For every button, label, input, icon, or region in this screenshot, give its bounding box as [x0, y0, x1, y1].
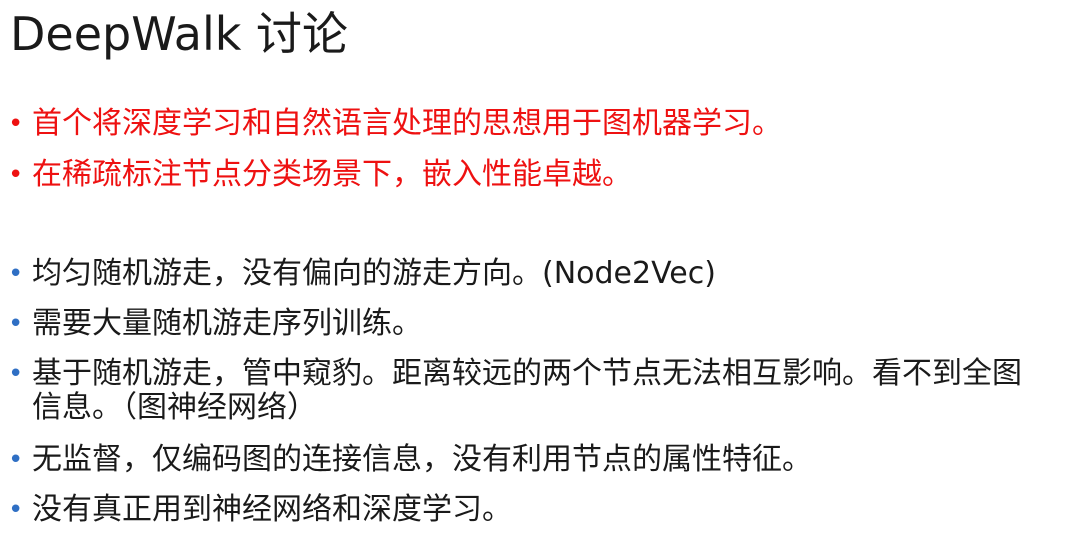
bullet-item-6: • 无监督，仅编码图的连接信息，没有利用节点的属性特征。: [8, 443, 1068, 477]
bullet-text-6: 无监督，仅编码图的连接信息，没有利用节点的属性特征。: [32, 442, 812, 477]
bullet-dot-icon: •: [8, 309, 24, 339]
bullet-text-3: 均匀随机游走，没有偏向的游走方向。(Node2Vec): [32, 256, 716, 291]
bullet-item-4: • 需要大量随机游走序列训练。: [8, 307, 1068, 341]
bullet-item-7: • 没有真正用到神经网络和深度学习。: [8, 493, 1068, 527]
bullet-text-5: 基于随机游走，管中窥豹。距离较远的两个节点无法相互影响。看不到全图信息。（图神经…: [32, 356, 1022, 425]
bullet-text-4: 需要大量随机游走序列训练。: [32, 306, 422, 341]
bullet-dot-icon: •: [8, 160, 24, 190]
bullet-item-2: • 在稀疏标注节点分类场景下，嵌入性能卓越。: [8, 158, 1068, 192]
slide: DeepWalk 讨论 • 首个将深度学习和自然语言处理的思想用于图机器学习。 •…: [0, 0, 1082, 544]
bullet-text-1: 首个将深度学习和自然语言处理的思想用于图机器学习。: [32, 106, 782, 141]
bullet-item-5: • 基于随机游走，管中窥豹。距离较远的两个节点无法相互影响。看不到全图信息。（图神…: [8, 357, 1068, 425]
bullet-item-3: • 均匀随机游走，没有偏向的游走方向。(Node2Vec): [8, 257, 1068, 291]
bullet-dot-icon: •: [8, 495, 24, 525]
bullet-dot-icon: •: [8, 259, 24, 289]
bullet-text-7: 没有真正用到神经网络和深度学习。: [32, 492, 512, 527]
bullet-dot-icon: •: [8, 359, 24, 389]
bullet-item-1: • 首个将深度学习和自然语言处理的思想用于图机器学习。: [8, 107, 1068, 141]
bullet-text-2: 在稀疏标注节点分类场景下，嵌入性能卓越。: [32, 157, 632, 192]
bullet-dot-icon: •: [8, 109, 24, 139]
bullet-dot-icon: •: [8, 445, 24, 475]
bullet-list: • 首个将深度学习和自然语言处理的思想用于图机器学习。 • 在稀疏标注节点分类场景下…: [0, 0, 1082, 544]
